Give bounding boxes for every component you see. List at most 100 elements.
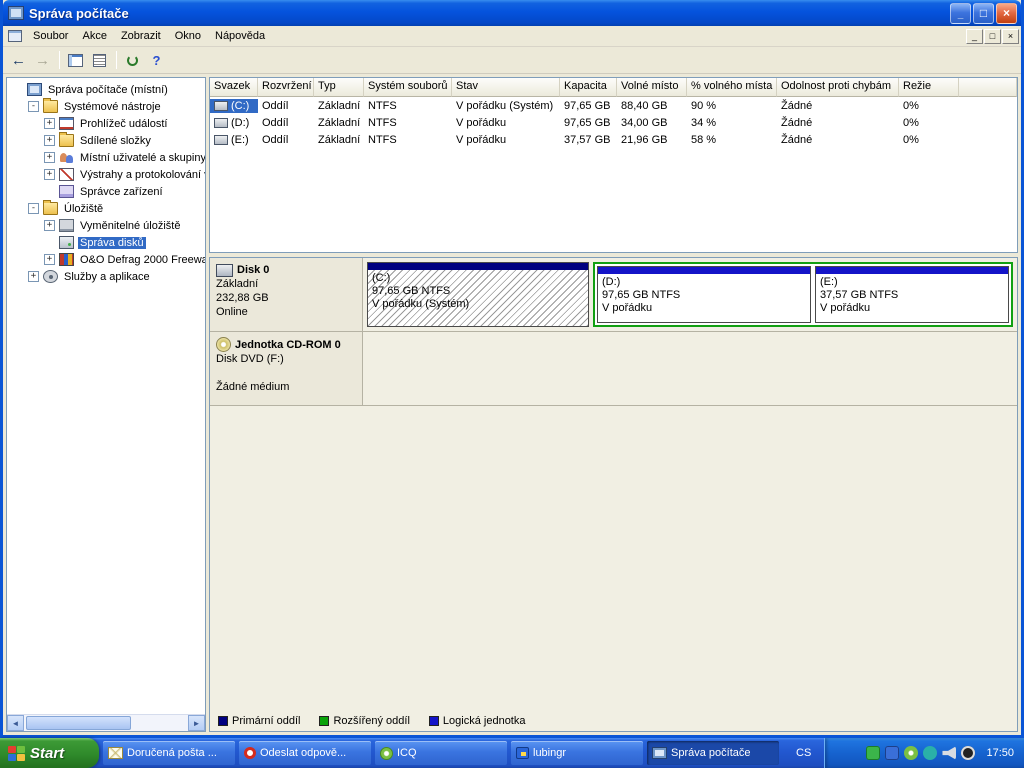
properties-button[interactable] xyxy=(88,49,111,71)
tray-antivirus-icon[interactable] xyxy=(866,746,880,760)
collapse-icon[interactable]: - xyxy=(28,203,39,214)
cell-rezie: 0% xyxy=(899,116,959,130)
task-label: Odeslat odpově... xyxy=(260,747,346,759)
task-label: Doručená pošta ... xyxy=(127,747,217,759)
cdrom-label[interactable]: Jednotka CD-ROM 0 Disk DVD (F:) Žádné mé… xyxy=(210,332,363,405)
forward-button[interactable]: → xyxy=(31,49,54,71)
tree-item-storage[interactable]: - Úložiště xyxy=(9,200,205,217)
scroll-right-button[interactable]: ► xyxy=(188,715,205,731)
volume-row-d[interactable]: (D:) Oddíl Základní NTFS V pořádku 97,65… xyxy=(210,114,1017,131)
column-header-pct-volneho-mista[interactable]: % volného místa xyxy=(687,78,777,97)
disk-graphical-view: Disk 0 Základní 232,88 GB Online (C:) 97… xyxy=(209,257,1018,732)
column-header-kapacita[interactable]: Kapacita xyxy=(560,78,617,97)
minimize-button[interactable]: _ xyxy=(950,3,971,24)
scroll-left-button[interactable]: ◄ xyxy=(7,715,24,731)
cell-svazek: (E:) xyxy=(210,133,258,147)
tree-item-local-users-groups[interactable]: + Místní uživatelé a skupiny xyxy=(9,149,205,166)
menu-zobrazit[interactable]: Zobrazit xyxy=(114,28,168,44)
partition-e[interactable]: (E:) 37,57 GB NTFS V pořádku xyxy=(815,266,1009,323)
tray-icq-icon[interactable] xyxy=(904,746,918,760)
tray-volume-icon[interactable] xyxy=(942,746,956,760)
task-icq[interactable]: ICQ xyxy=(375,741,507,765)
horizontal-scrollbar[interactable]: ◄ ► xyxy=(7,714,205,731)
partition-status: V pořádku (Systém) xyxy=(372,298,584,311)
scrollbar-thumb[interactable] xyxy=(26,716,131,730)
tree-item-system-tools[interactable]: - Systémové nástroje xyxy=(9,98,205,115)
mdi-restore-button[interactable]: □ xyxy=(984,29,1001,44)
collapse-icon[interactable]: - xyxy=(28,101,39,112)
expand-icon[interactable]: + xyxy=(44,152,55,163)
cell-fs: NTFS xyxy=(364,133,452,147)
partition-c[interactable]: (C:) 97,65 GB NTFS V pořádku (Systém) xyxy=(367,262,589,327)
tree-item-event-viewer[interactable]: + Prohlížeč událostí xyxy=(9,115,205,132)
volume-row-e[interactable]: (E:) Oddíl Základní NTFS V pořádku 37,57… xyxy=(210,131,1017,148)
expand-icon[interactable]: + xyxy=(44,220,55,231)
language-indicator[interactable]: CS xyxy=(787,738,820,768)
disk-0-label[interactable]: Disk 0 Základní 232,88 GB Online xyxy=(210,258,363,331)
column-header-odolnost[interactable]: Odolnost proti chybám xyxy=(777,78,899,97)
back-button[interactable]: ← xyxy=(7,49,30,71)
column-header-rezie[interactable]: Režie xyxy=(899,78,959,97)
task-lubingr[interactable]: lubingr xyxy=(511,741,643,765)
tree-item-services-applications[interactable]: + Služby a aplikace xyxy=(9,268,205,285)
tree-item-label: Vyměnitelné úložiště xyxy=(78,220,182,232)
maximize-button[interactable]: □ xyxy=(973,3,994,24)
column-header-stav[interactable]: Stav xyxy=(452,78,560,97)
tray-clock-icon[interactable] xyxy=(961,746,975,760)
column-header-svazek[interactable]: Svazek xyxy=(210,78,258,97)
start-button[interactable]: Start xyxy=(0,738,99,768)
tree-item-device-manager[interactable]: Správce zařízení xyxy=(9,183,205,200)
system-menu-icon[interactable] xyxy=(8,30,22,42)
tray-update-icon[interactable] xyxy=(923,746,937,760)
tree-item-removable-storage[interactable]: + Vyměnitelné úložiště xyxy=(9,217,205,234)
expand-icon[interactable]: + xyxy=(44,254,55,265)
taskbar-clock[interactable]: 17:50 xyxy=(986,747,1014,759)
partition-d[interactable]: (D:) 97,65 GB NTFS V pořádku xyxy=(597,266,811,323)
volume-row-c[interactable]: (C:) Oddíl Základní NTFS V pořádku (Syst… xyxy=(210,97,1017,114)
tree-item-performance-logs[interactable]: + Výstrahy a protokolování výk xyxy=(9,166,205,183)
start-label: Start xyxy=(30,745,64,762)
tree-item-label: Systémové nástroje xyxy=(62,101,163,113)
column-header-typ[interactable]: Typ xyxy=(314,78,364,97)
task-computer-management[interactable]: Správa počítače xyxy=(647,741,779,765)
menu-okno[interactable]: Okno xyxy=(168,28,208,44)
task-reply[interactable]: Odeslat odpově... xyxy=(239,741,371,765)
expand-icon[interactable]: + xyxy=(28,271,39,282)
volume-icon xyxy=(214,135,228,145)
partition-status: V pořádku xyxy=(820,302,1004,315)
column-header-volne-misto[interactable]: Volné místo xyxy=(617,78,687,97)
users-icon xyxy=(59,151,74,164)
cd-rom-icon xyxy=(216,337,231,352)
tree-item-computer-management[interactable]: Správa počítače (místní) xyxy=(9,81,205,98)
expand-icon[interactable]: + xyxy=(44,118,55,129)
task-label: ICQ xyxy=(397,747,417,759)
refresh-button[interactable] xyxy=(121,49,144,71)
show-hide-tree-button[interactable] xyxy=(64,49,87,71)
tree-item-oo-defrag[interactable]: + O&O Defrag 2000 Freeware xyxy=(9,251,205,268)
content-area: Správa počítače (místní) - Systémové nás… xyxy=(3,74,1021,735)
menu-soubor[interactable]: Soubor xyxy=(26,28,75,44)
computer-icon xyxy=(27,83,42,96)
defrag-icon xyxy=(59,253,74,266)
expand-icon[interactable]: + xyxy=(44,135,55,146)
menu-akce[interactable]: Akce xyxy=(75,28,113,44)
mdi-minimize-button[interactable]: _ xyxy=(966,29,983,44)
tray-network-icon[interactable] xyxy=(885,746,899,760)
partition-size: 97,65 GB NTFS xyxy=(372,285,584,298)
forward-icon: → xyxy=(35,52,50,69)
tree-item-disk-management[interactable]: Správa disků xyxy=(9,234,205,251)
menu-napoveda[interactable]: Nápověda xyxy=(208,28,272,44)
help-button[interactable]: ? xyxy=(145,49,168,71)
tree-item-shared-folders[interactable]: + Sdílené složky xyxy=(9,132,205,149)
column-header-system-souboru[interactable]: Systém souborů xyxy=(364,78,452,97)
mdi-close-button[interactable]: × xyxy=(1002,29,1019,44)
expand-icon[interactable]: + xyxy=(44,169,55,180)
column-header-rozvrzeni[interactable]: Rozvržení xyxy=(258,78,314,97)
logical-drive-color-bar xyxy=(598,267,810,274)
desktop: Správa počítače _ □ × Soubor Akce Zobraz… xyxy=(0,0,1024,768)
scrollbar-track[interactable] xyxy=(24,715,188,731)
close-button[interactable]: × xyxy=(996,3,1017,24)
titlebar[interactable]: Správa počítače _ □ × xyxy=(3,0,1021,26)
task-inbox[interactable]: Doručená pošta ... xyxy=(103,741,235,765)
logical-drive-swatch xyxy=(429,716,439,726)
